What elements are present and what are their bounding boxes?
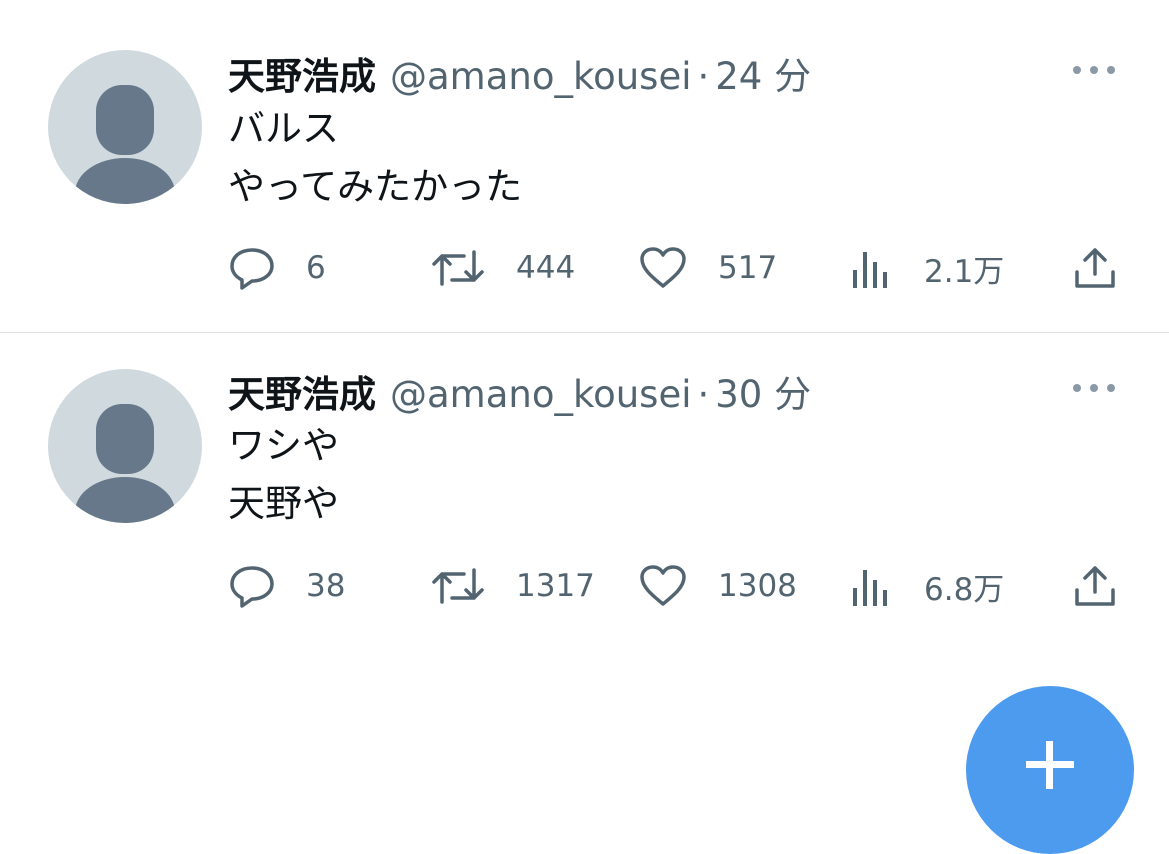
views-count: 2.1万	[924, 253, 1005, 290]
views-button[interactable]: 2.1万	[850, 243, 1004, 293]
timestamp[interactable]: 30 分	[715, 364, 811, 418]
share-icon	[1075, 248, 1115, 288]
share-icon	[1075, 566, 1115, 606]
timestamp[interactable]: 24 分	[715, 46, 811, 100]
reply-count: 6	[306, 250, 326, 286]
like-button[interactable]: 517	[638, 243, 777, 293]
retweet-button[interactable]: 444	[430, 243, 575, 293]
like-button[interactable]: 1308	[638, 561, 797, 611]
tweet-text-line: やってみたかった	[228, 165, 523, 208]
tweet-header: 天野浩成 @amano_kousei · 30 分	[228, 364, 811, 416]
display-name[interactable]: 天野浩成	[228, 364, 376, 418]
heart-icon	[640, 247, 686, 288]
avatar[interactable]	[48, 50, 202, 204]
action-bar: 38 1317 1308 6.8万	[0, 561, 1169, 611]
display-name[interactable]: 天野浩成	[228, 46, 376, 100]
views-button[interactable]: 6.8万	[850, 561, 1004, 611]
tweet-text-line: バルス	[228, 107, 339, 150]
action-bar: 6 444 517 2.1万	[0, 243, 1169, 293]
retweet-button[interactable]: 1317	[430, 561, 595, 611]
reply-count: 38	[306, 568, 346, 604]
retweet-count: 1317	[516, 568, 595, 604]
share-button[interactable]	[1072, 243, 1118, 293]
avatar-body-shape	[75, 477, 175, 523]
like-count: 517	[718, 250, 778, 286]
tweet-header: 天野浩成 @amano_kousei · 24 分	[228, 46, 811, 98]
tweet-text-line: 天野や	[228, 482, 339, 525]
views-count: 6.8万	[924, 571, 1005, 608]
separator-dot: ·	[697, 55, 710, 98]
retweet-icon	[432, 250, 484, 286]
tweet[interactable]: 天野浩成 @amano_kousei · 24 分 バルス やってみたかった 6…	[0, 0, 1169, 333]
retweet-count: 444	[516, 250, 576, 286]
like-count: 1308	[718, 568, 797, 604]
avatar-head-shape	[96, 404, 154, 474]
reply-button[interactable]: 6	[228, 243, 326, 293]
reply-button[interactable]: 38	[228, 561, 345, 611]
views-icon	[853, 570, 887, 606]
tweet-text-line: ワシや	[228, 424, 339, 467]
heart-icon	[640, 565, 686, 606]
tweet[interactable]: 天野浩成 @amano_kousei · 30 分 ワシや 天野や 38 131…	[0, 333, 1169, 633]
more-icon[interactable]	[1073, 382, 1115, 394]
avatar[interactable]	[48, 369, 202, 523]
separator-dot: ·	[697, 373, 710, 416]
tweet-text: ワシや 天野や	[228, 417, 339, 533]
reply-icon	[230, 248, 274, 290]
user-handle[interactable]: @amano_kousei	[390, 55, 692, 98]
views-icon	[853, 252, 887, 288]
compose-button[interactable]	[966, 686, 1134, 854]
avatar-body-shape	[75, 158, 175, 204]
share-button[interactable]	[1072, 561, 1118, 611]
user-handle[interactable]: @amano_kousei	[390, 373, 692, 416]
avatar-head-shape	[96, 85, 154, 155]
reply-icon	[230, 566, 274, 608]
tweet-text: バルス やってみたかった	[228, 100, 522, 216]
retweet-icon	[432, 568, 484, 604]
more-icon[interactable]	[1073, 64, 1115, 76]
